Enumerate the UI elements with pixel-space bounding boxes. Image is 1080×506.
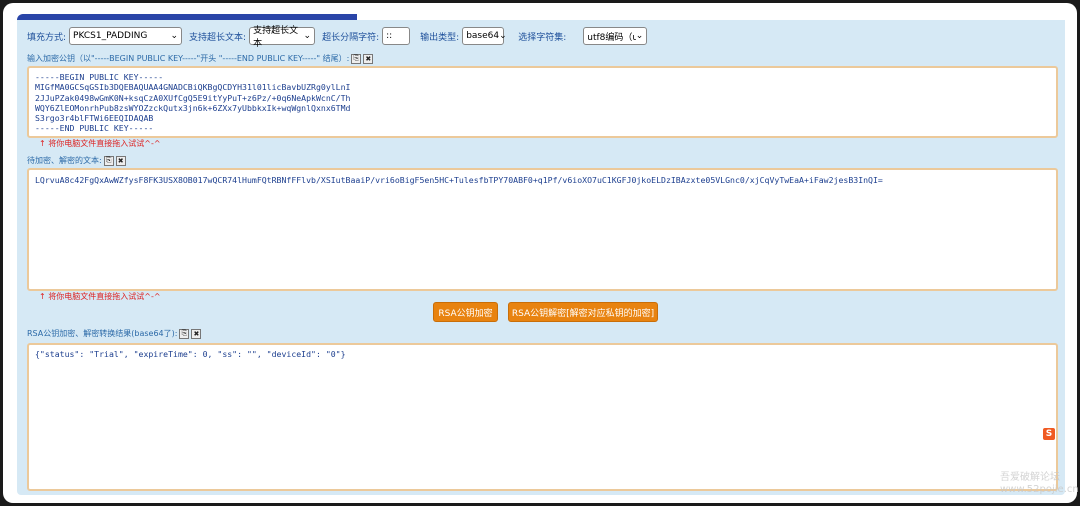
input-textarea[interactable]: LQrvuA8c42FgQxAwWZfysF8FK3USX8OB017wQCR7… (27, 168, 1058, 291)
chevron-down-icon: ⌄ (635, 31, 644, 41)
chevron-down-icon: ⌄ (499, 31, 507, 41)
padding-label: 填充方式: (27, 32, 67, 43)
public-key-label: 输入加密公钥（以"-----BEGIN PUBLIC KEY-----"开头 "… (27, 54, 350, 63)
drag-hint: ↑ 将你电脑文件直接拖入试试^-^ (39, 292, 161, 301)
copy-icon[interactable]: ⎘ (351, 53, 362, 64)
clear-icon[interactable]: ✖ (363, 53, 374, 64)
padding-select[interactable]: PKCS1_PADDING ⌄ (69, 27, 183, 45)
input-text-label: 待加密、解密的文本: (27, 156, 102, 165)
separator-input[interactable]: :: (382, 27, 411, 45)
decrypt-button[interactable]: RSA公钥解密[解密对应私钥的加密] (508, 302, 658, 322)
options-row: 填充方式: PKCS1_PADDING ⌄ 支持超长文本: 支持超长文本 ⌄ 超长分… (27, 26, 654, 49)
sogou-ime-icon[interactable]: S (1043, 428, 1055, 440)
watermark: 吾爱破解论坛 www.52pojie.cn (1000, 472, 1079, 495)
result-label-row: RSA公钥加密、解密转换结果(base64了): ⎘ ✖ (27, 328, 202, 339)
copy-icon[interactable]: ⎘ (179, 328, 190, 339)
charset-value: utf8编码（uni (587, 32, 636, 43)
separator-value: :: (386, 31, 393, 41)
output-value: base64 (466, 31, 500, 41)
drag-hint: ↑ 将你电脑文件直接拖入试试^-^ (39, 139, 161, 148)
output-select[interactable]: base64 ⌄ (462, 27, 507, 45)
separator-label: 超长分隔字符: (322, 32, 380, 43)
longtext-value: 支持超长文本 (253, 26, 299, 49)
public-key-textarea[interactable]: -----BEGIN PUBLIC KEY----- MIGfMA0GCSqGS… (27, 66, 1058, 138)
charset-label: 选择字符集: (518, 32, 567, 43)
result-label: RSA公钥加密、解密转换结果(base64了): (27, 329, 178, 338)
chevron-down-icon: ⌄ (303, 31, 312, 41)
encrypt-button[interactable]: RSA公钥加密 (433, 302, 498, 322)
public-key-label-row: 输入加密公钥（以"-----BEGIN PUBLIC KEY-----"开头 "… (27, 53, 374, 64)
longtext-label: 支持超长文本: (189, 32, 247, 43)
copy-icon[interactable]: ⎘ (103, 155, 114, 166)
clear-icon[interactable]: ✖ (115, 155, 126, 166)
input-text-label-row: 待加密、解密的文本: ⎘ ✖ (27, 155, 126, 166)
result-textarea[interactable]: {"status": "Trial", "expireTime": 0, "ss… (27, 343, 1058, 491)
chevron-down-icon: ⌄ (170, 31, 179, 41)
clear-icon[interactable]: ✖ (191, 328, 202, 339)
charset-select[interactable]: utf8编码（uni⌄ (583, 27, 648, 45)
rsa-tool-panel: 填充方式: PKCS1_PADDING ⌄ 支持超长文本: 支持超长文本 ⌄ 超长分… (17, 20, 1065, 495)
padding-value: PKCS1_PADDING (73, 31, 148, 41)
longtext-select[interactable]: 支持超长文本 ⌄ (249, 26, 316, 49)
output-label: 输出类型: (420, 32, 460, 43)
